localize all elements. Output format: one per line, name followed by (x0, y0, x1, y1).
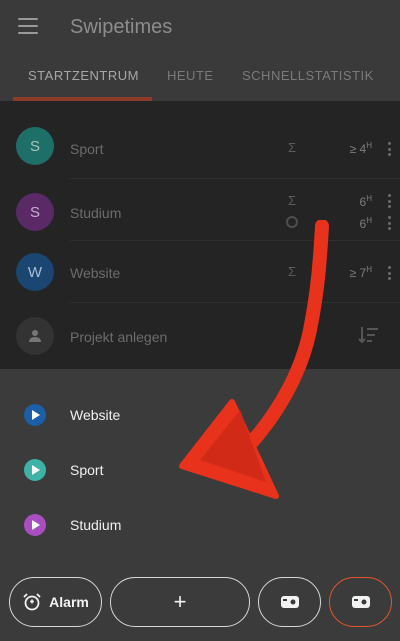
sigma-icon: Σ (288, 140, 297, 155)
create-project-label: Projekt anlegen (70, 329, 168, 345)
add-icon: + (173, 589, 187, 614)
project-name: Sport (70, 141, 104, 157)
nfc-card-button-active[interactable] (329, 577, 392, 627)
sheet-item-label: Sport (70, 462, 104, 478)
alarm-clock-icon (23, 593, 41, 611)
sigma-icon: Σ (288, 264, 297, 279)
project-goal-value: 6H (359, 216, 372, 231)
project-avatar: W (16, 253, 54, 291)
card-icon (280, 596, 299, 608)
alarm-label: Alarm (49, 594, 89, 610)
project-avatar: S (16, 193, 54, 231)
sort-icon[interactable] (357, 326, 379, 344)
start-website-item[interactable]: Website (0, 392, 400, 440)
more-options-icon[interactable] (388, 142, 392, 156)
tab-schnellstatistik[interactable]: SCHNELLSTATISTIK (242, 68, 374, 83)
card-icon (351, 596, 370, 608)
person-add-icon (16, 317, 54, 355)
hamburger-menu-icon[interactable] (18, 18, 38, 36)
tab-startzentrum[interactable]: STARTZENTRUM (28, 68, 139, 83)
add-button[interactable]: + (110, 577, 250, 627)
create-project-row[interactable]: Projekt anlegen (0, 303, 400, 365)
project-target-value: ≥ 4H (349, 141, 372, 156)
start-studium-item[interactable]: Studium (0, 502, 400, 550)
tab-heute[interactable]: HEUTE (167, 68, 214, 83)
play-icon (24, 514, 46, 536)
sigma-icon: Σ (288, 193, 297, 208)
project-row-studium[interactable]: S Studium Σ 6H 6H (0, 179, 400, 241)
tab-bar: STARTZENTRUM HEUTE SCHNELLSTATISTIK (0, 60, 400, 101)
project-sum-value: 6H (359, 194, 372, 209)
project-row-sport[interactable]: S Sport Σ ≥ 4H (0, 117, 400, 179)
nfc-card-button[interactable] (258, 577, 321, 627)
app-title: Swipetimes (70, 16, 173, 38)
target-icon (286, 216, 298, 228)
start-sport-item[interactable]: Sport (0, 447, 400, 495)
more-options-icon[interactable] (388, 216, 392, 230)
more-options-icon[interactable] (388, 266, 392, 280)
project-row-website[interactable]: W Website Σ ≥ 7H (0, 241, 400, 303)
play-icon (24, 459, 46, 481)
project-name: Website (70, 265, 121, 281)
project-target-value: ≥ 7H (349, 265, 372, 280)
more-options-icon[interactable] (388, 194, 392, 208)
project-avatar: S (16, 127, 54, 165)
sheet-item-label: Studium (70, 517, 122, 533)
project-list: S Sport Σ ≥ 4H S Studium Σ 6H 6H W Websi… (0, 101, 400, 369)
play-icon (24, 404, 46, 426)
app-bar: Swipetimes STARTZENTRUM HEUTE SCHNELLSTA… (0, 0, 400, 101)
alarm-button[interactable]: Alarm (9, 577, 102, 627)
project-name: Studium (70, 205, 122, 221)
sheet-item-label: Website (70, 407, 121, 423)
